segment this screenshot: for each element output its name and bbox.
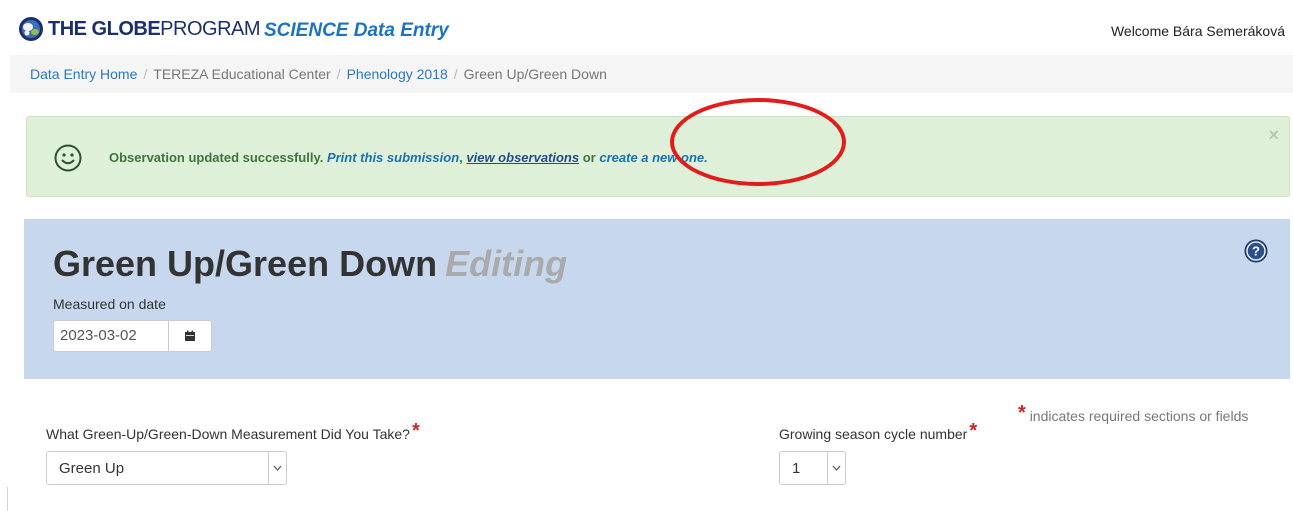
measurement-select[interactable]: Green Up [46,451,287,485]
globe-icon [19,17,43,41]
alert-comma: , [459,150,463,165]
logo-text: THE GLOBEPROGRAM [48,17,261,40]
measurement-label-text: What Green-Up/Green-Down Measurement Did… [46,426,410,442]
chevron-down-icon [268,452,286,484]
view-observations-link[interactable]: view observations [466,150,579,165]
measurement-label: What Green-Up/Green-Down Measurement Did… [46,420,420,443]
required-star: * [1018,402,1026,424]
breadcrumb-separator: / [453,66,458,82]
edit-mode-label: Editing [445,243,568,284]
breadcrumb-separator: / [143,66,148,82]
required-star: * [411,420,420,442]
alert-message: Observation updated successfully. Print … [109,150,708,165]
svg-text:?: ? [1252,244,1260,259]
breadcrumb-item-home[interactable]: Data Entry Home [30,66,137,82]
cycle-selected-value: 1 [792,459,801,477]
breadcrumb-item-protocol[interactable]: Phenology 2018 [347,66,448,82]
required-star: * [969,420,978,442]
welcome-user[interactable]: Welcome Bára Semeráková [1111,23,1285,39]
smiley-icon [54,144,82,172]
globe-logo[interactable]: THE GLOBEPROGRAM [18,16,261,42]
cycle-label: Growing season cycle number * [779,420,977,443]
date-input[interactable]: 2023-03-02 [53,320,168,352]
calendar-icon [185,330,195,341]
observation-panel: Green Up/Green Down Editing ? Measured on… [24,219,1290,379]
breadcrumb: Data Entry Home / TEREZA Educational Cen… [10,55,1293,93]
alert-status-text: Observation updated successfully. [109,150,324,165]
annotation-circle [670,98,846,186]
success-alert: Observation updated successfully. Print … [26,116,1290,197]
print-submission-link[interactable]: Print this submission [327,150,459,165]
required-note: * indicates required sections or fields [1018,402,1248,425]
page-title-text: Green Up/Green Down [53,243,438,284]
breadcrumb-separator: / [336,66,341,82]
site-header: THE GLOBEPROGRAM SCIENCE Data Entry Welc… [0,0,1293,55]
left-border [7,487,8,511]
measurement-selected-value: Green Up [59,459,125,477]
chevron-down-icon [827,452,845,484]
required-note-text: indicates required sections or fields [1029,408,1249,424]
date-picker: 2023-03-02 [53,320,212,352]
help-icon[interactable]: ? [1244,239,1268,263]
alert-or-text: or [582,150,596,165]
close-icon[interactable]: × [1268,125,1279,146]
breadcrumb-item-org: TEREZA Educational Center [153,66,331,82]
date-label: Measured on date [53,296,166,312]
cycle-select[interactable]: 1 [779,451,846,485]
calendar-button[interactable] [168,320,212,352]
cycle-label-text: Growing season cycle number [779,426,968,442]
page-title: Green Up/Green Down Editing [53,243,567,285]
breadcrumb-item-current: Green Up/Green Down [463,66,607,82]
app-title[interactable]: SCIENCE Data Entry [264,20,449,42]
